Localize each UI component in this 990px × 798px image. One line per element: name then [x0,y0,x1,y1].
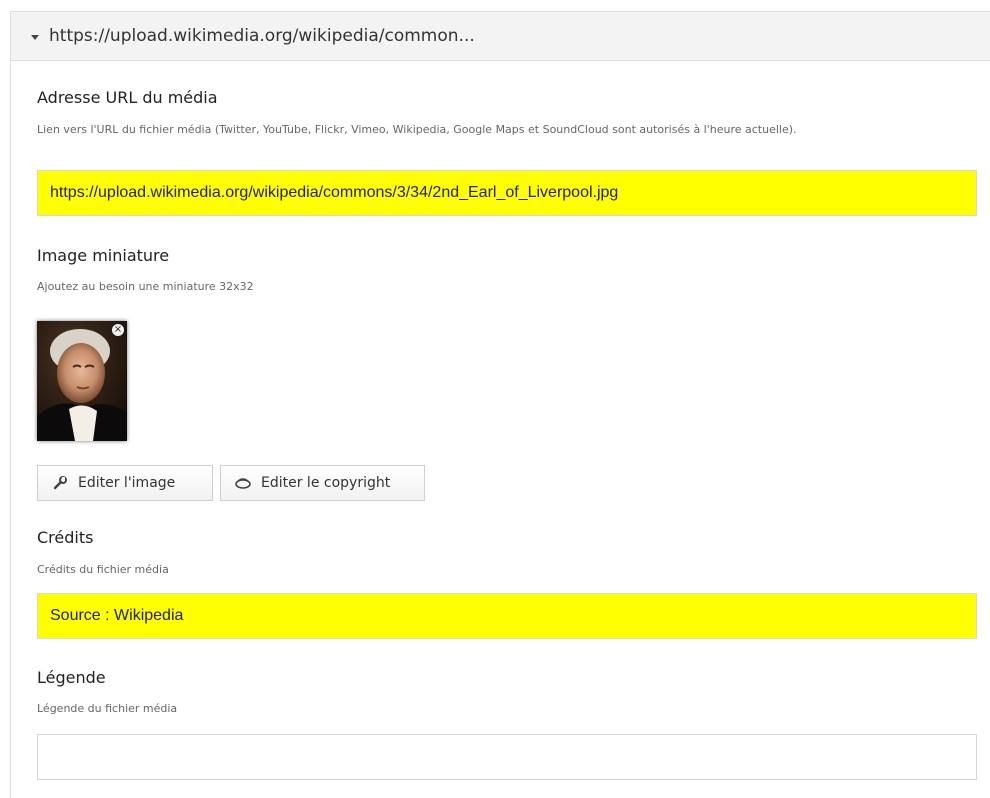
credits-help: Crédits du fichier média [37,563,169,576]
media-url-label: Adresse URL du média [37,88,218,107]
media-panel: https://upload.wikimedia.org/wikipedia/c… [10,11,990,798]
caption-label: Légende [37,668,106,687]
thumbnail-image[interactable]: × [37,321,127,441]
edit-image-label: Editer l'image [78,475,176,491]
copyright-icon [235,478,251,489]
wrench-icon [53,476,67,490]
credits-label: Crédits [37,528,94,547]
thumbnail-label: Image miniature [37,246,170,265]
panel-header[interactable]: https://upload.wikimedia.org/wikipedia/c… [11,12,990,61]
portrait-image [37,321,127,441]
thumbnail-help: Ajoutez au besoin une miniature 32x32 [37,280,254,293]
edit-copyright-button[interactable]: Editer le copyright [220,465,425,501]
media-url-input[interactable]: https://upload.wikimedia.org/wikipedia/c… [37,170,977,216]
caret-down-icon[interactable] [31,34,39,40]
caption-help: Légende du fichier média [37,702,178,715]
edit-copyright-label: Editer le copyright [261,475,391,491]
panel-header-title: https://upload.wikimedia.org/wikipedia/c… [49,26,475,46]
caption-input[interactable] [37,734,977,780]
credits-input[interactable]: Source : Wikipedia [37,593,977,639]
edit-image-button[interactable]: Editer l'image [37,465,213,501]
remove-thumbnail-icon[interactable]: × [112,324,124,336]
media-url-help: Lien vers l'URL du fichier média (Twitte… [37,123,797,136]
